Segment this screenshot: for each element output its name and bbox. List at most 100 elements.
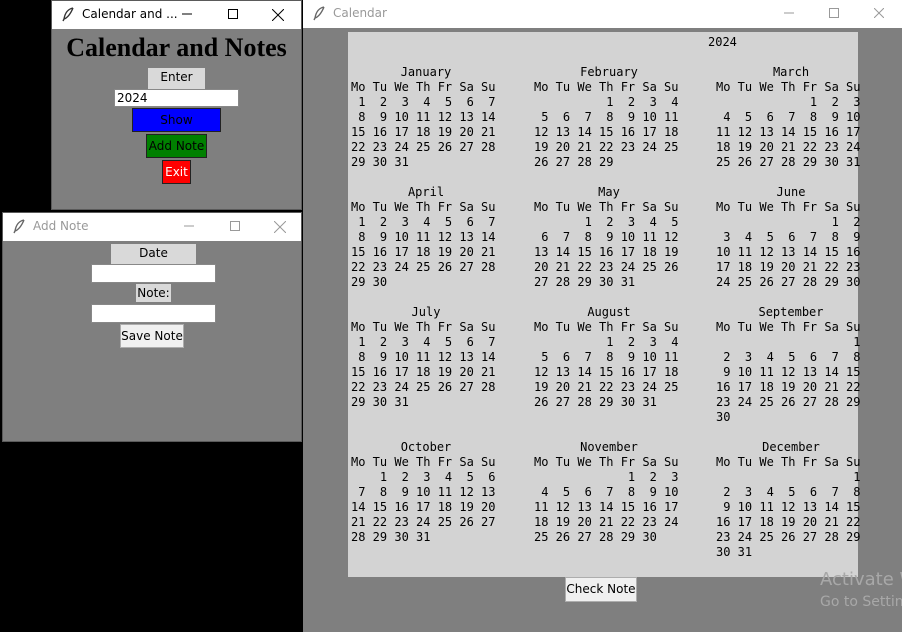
calendar-titlebar[interactable]: Calendar	[303, 0, 902, 28]
add-note-button[interactable]: Add Note	[146, 134, 207, 158]
weekday-header: Mo Tu We Th Fr Sa Su	[716, 200, 861, 214]
year-heading: 2024	[708, 35, 737, 49]
activation-watermark-sub: Go to Setting	[820, 594, 902, 610]
week-row: 16 17 18 19 20 21 22	[716, 380, 861, 394]
month-name: September	[758, 305, 824, 319]
month-name: July	[411, 305, 441, 319]
month-name: October	[400, 440, 452, 454]
month-name: January	[400, 65, 452, 79]
week-row: 18 19 20 21 22 23 24	[534, 515, 679, 529]
maximize-button[interactable]	[210, 1, 256, 29]
close-icon	[273, 220, 287, 234]
minimize-icon	[184, 225, 194, 227]
week-row: 16 17 18 19 20 21 22	[716, 515, 861, 529]
calendar-display: 2024 January Mo Tu We Th Fr Sa Su 1 2 3 4…	[348, 32, 861, 577]
activation-watermark: Activate W	[820, 569, 902, 590]
exit-button[interactable]: Exit	[162, 160, 191, 184]
week-row: 1	[716, 470, 861, 484]
weekday-header: Mo Tu We Th Fr Sa Su	[534, 455, 679, 469]
note-window-title: Add Note	[33, 219, 89, 233]
date-input[interactable]	[91, 264, 216, 283]
week-row: 4 5 6 7 8 9 10	[716, 110, 861, 124]
week-row: 8 9 10 11 12 13 14	[351, 350, 496, 364]
minimize-button[interactable]	[766, 0, 812, 28]
week-row: 29 30	[351, 275, 388, 289]
month-block: June Mo Tu We Th Fr Sa Su 1 2 3 4 5 6 7 8…	[716, 185, 866, 290]
week-row: 22 23 24 25 26 27 28	[351, 380, 496, 394]
week-row: 3 4 5 6 7 8 9	[716, 230, 861, 244]
week-row: 1 2 3	[534, 470, 679, 484]
week-row: 2 3 4 5 6 7 8	[716, 350, 861, 364]
note-titlebar[interactable]: Add Note	[3, 213, 301, 241]
note-input[interactable]	[91, 304, 216, 323]
weekday-header: Mo Tu We Th Fr Sa Su	[716, 455, 861, 469]
week-row: 12 13 14 15 16 17 18	[534, 365, 679, 379]
month-block: April Mo Tu We Th Fr Sa Su 1 2 3 4 5 6 7 …	[351, 185, 501, 290]
week-row: 8 9 10 11 12 13 14	[351, 110, 496, 124]
week-row: 30	[716, 410, 731, 424]
month-block: October Mo Tu We Th Fr Sa Su 1 2 3 4 5 6 …	[351, 440, 501, 545]
week-row: 1 2 3 4 5 6 7	[351, 215, 496, 229]
week-row: 20 21 22 23 24 25 26	[534, 260, 679, 274]
feather-icon	[313, 6, 325, 21]
close-icon	[873, 7, 885, 19]
week-row: 1 2	[716, 215, 861, 229]
week-row: 12 13 14 15 16 17 18	[534, 125, 679, 139]
week-row: 9 10 11 12 13 14 15	[716, 365, 861, 379]
maximize-icon	[228, 9, 238, 19]
weekday-header: Mo Tu We Th Fr Sa Su	[351, 200, 496, 214]
year-input[interactable]: 2024	[114, 89, 239, 107]
maximize-icon	[230, 221, 240, 231]
month-block: August Mo Tu We Th Fr Sa Su 1 2 3 4 5 6 7…	[534, 305, 684, 410]
feather-icon	[13, 219, 25, 234]
week-row: 1 2 3 4 5 6 7	[351, 335, 496, 349]
week-row: 6 7 8 9 10 11 12	[534, 230, 679, 244]
weekday-header: Mo Tu We Th Fr Sa Su	[716, 80, 861, 94]
month-name: December	[762, 440, 820, 454]
week-row: 9 10 11 12 13 14 15	[716, 500, 861, 514]
week-row: 17 18 19 20 21 22 23	[716, 260, 861, 274]
save-note-button[interactable]: Save Note	[120, 324, 184, 348]
close-button[interactable]	[255, 1, 301, 29]
week-row: 11 12 13 14 15 16 17	[534, 500, 679, 514]
add-note-window: Add Note Date (dd/mm): Note: Save Note	[2, 212, 302, 442]
week-row: 11 12 13 14 15 16 17	[716, 125, 861, 139]
maximize-button[interactable]	[811, 0, 857, 28]
month-block: March Mo Tu We Th Fr Sa Su 1 2 3 4 5 6 7 …	[716, 65, 866, 170]
week-row: 26 27 28 29 30 31	[534, 395, 657, 409]
week-row: 15 16 17 18 19 20 21	[351, 365, 496, 379]
show-calendar-button[interactable]: Show Calendar	[132, 108, 221, 149]
weekday-header: Mo Tu We Th Fr Sa Su	[534, 320, 679, 334]
close-icon	[271, 8, 285, 22]
week-row: 29 30 31	[351, 395, 409, 409]
week-row: 29 30 31	[351, 155, 409, 169]
weekday-header: Mo Tu We Th Fr Sa Su	[716, 320, 861, 334]
week-row: 23 24 25 26 27 28 29	[716, 530, 861, 544]
week-row: 22 23 24 25 26 27 28	[351, 140, 496, 154]
week-row: 13 14 15 16 17 18 19	[534, 245, 679, 259]
month-block: December Mo Tu We Th Fr Sa Su 1 2 3 4 5 6…	[716, 440, 866, 560]
check-note-button[interactable]: Check Note	[565, 577, 637, 602]
week-row: 1 2 3 4	[534, 335, 679, 349]
week-row: 7 8 9 10 11 12 13	[351, 485, 496, 499]
month-name: May	[598, 185, 620, 199]
week-row: 15 16 17 18 19 20 21	[351, 245, 496, 259]
month-block: January Mo Tu We Th Fr Sa Su 1 2 3 4 5 6 …	[351, 65, 501, 170]
close-button[interactable]	[856, 0, 902, 28]
minimize-button[interactable]	[166, 213, 212, 241]
minimize-button[interactable]	[164, 1, 210, 29]
maximize-button[interactable]	[212, 213, 258, 241]
month-name: August	[587, 305, 631, 319]
week-row: 1 2 3 4	[534, 95, 679, 109]
weekday-header: Mo Tu We Th Fr Sa Su	[351, 320, 496, 334]
note-label: Note:	[136, 284, 171, 302]
week-row: 27 28 29 30 31	[534, 275, 636, 289]
main-titlebar[interactable]: Calendar and ...	[52, 1, 301, 29]
week-row: 15 16 17 18 19 20 21	[351, 125, 496, 139]
week-row: 18 19 20 21 22 23 24	[716, 140, 861, 154]
app-heading: Calendar and Notes	[66, 33, 287, 62]
week-row: 22 23 24 25 26 27 28	[351, 260, 496, 274]
close-button[interactable]	[257, 213, 303, 241]
week-row: 24 25 26 27 28 29 30	[716, 275, 861, 289]
week-row: 21 22 23 24 25 26 27	[351, 515, 496, 529]
